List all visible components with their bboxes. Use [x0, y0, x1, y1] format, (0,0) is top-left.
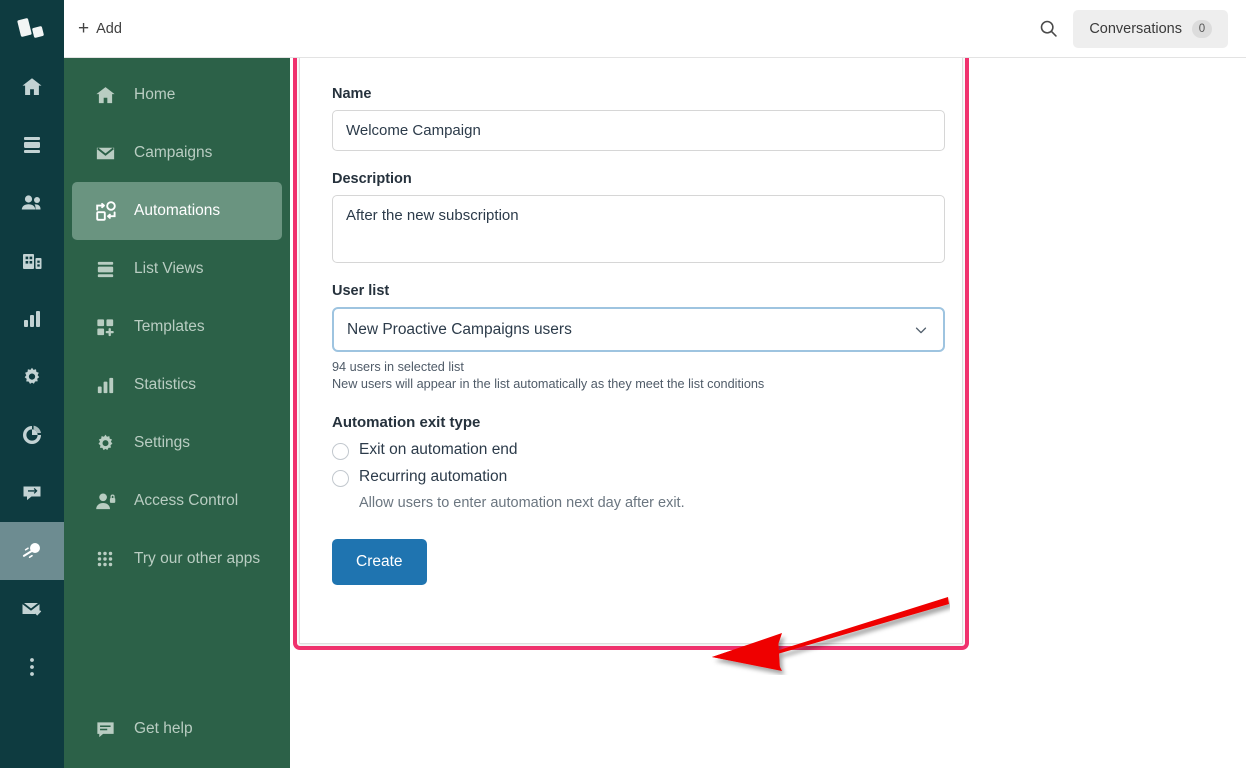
app-root: Home Campaigns Automations List Views Te…: [0, 0, 1246, 768]
app-logo-icon[interactable]: [0, 0, 64, 58]
chat-loop-icon: [20, 481, 44, 505]
sidebar-items: Home Campaigns Automations List Views Te…: [64, 58, 290, 588]
gear-icon: [20, 365, 44, 389]
user-list-hint-line1: 94 users in selected list: [332, 360, 464, 374]
home-icon: [94, 84, 128, 107]
grid-dots-icon: [94, 548, 128, 570]
sidebar-item-label: Campaigns: [134, 144, 213, 161]
description-field-label: Description: [332, 171, 412, 187]
sidebar-item-statistics[interactable]: Statistics: [72, 356, 282, 414]
sidebar-item-list-views[interactable]: List Views: [72, 240, 282, 298]
exit-type-section-title: Automation exit type: [332, 414, 481, 431]
home-icon: [20, 75, 44, 99]
sidebar-item-templates[interactable]: Templates: [72, 298, 282, 356]
radio-option-exit-on-end[interactable]: Exit on automation end: [332, 441, 930, 460]
rail-item-company[interactable]: [0, 232, 64, 290]
create-automation-card: Create an automation Name Welcome Campai…: [299, 6, 963, 644]
user-list-selected-value: New Proactive Campaigns users: [347, 320, 572, 338]
sidebar-item-label: Settings: [134, 434, 191, 451]
sidebar-item-label: Access Control: [134, 492, 239, 509]
conversations-count-badge: 0: [1192, 19, 1212, 38]
user-lock-icon: [94, 490, 128, 513]
conversations-label: Conversations: [1089, 20, 1182, 37]
create-button[interactable]: Create: [332, 539, 427, 585]
sidebar: Home Campaigns Automations List Views Te…: [64, 0, 290, 768]
name-field-label: Name: [332, 86, 372, 102]
search-icon[interactable]: [1038, 18, 1059, 39]
database-icon: [20, 133, 44, 157]
sidebar-item-label: List Views: [134, 260, 204, 277]
envelope-icon: [94, 142, 128, 165]
speech-bubble-icon: [94, 718, 128, 741]
sidebar-item-settings[interactable]: Settings: [72, 414, 282, 472]
sidebar-item-automations[interactable]: Automations: [72, 182, 282, 240]
users-icon: [20, 191, 45, 215]
user-list-hint-line2: New users will appear in the list automa…: [332, 377, 765, 391]
rail-item-conversations[interactable]: [0, 464, 64, 522]
sidebar-bottom: Get help: [64, 700, 290, 768]
more-vertical-icon: [22, 656, 42, 678]
gear-icon: [94, 432, 128, 455]
sidebar-item-label: Templates: [134, 318, 205, 335]
icon-rail: [0, 0, 64, 768]
sidebar-item-get-help[interactable]: Get help: [72, 700, 282, 758]
radio-recurring-description: Allow users to enter automation next day…: [359, 495, 685, 511]
automation-flow-icon: [94, 199, 128, 223]
conversations-button[interactable]: Conversations 0: [1073, 9, 1228, 48]
sidebar-item-label: Try our other apps: [134, 550, 261, 567]
sidebar-item-access-control[interactable]: Access Control: [72, 472, 282, 530]
list-views-icon: [94, 258, 128, 281]
radio-button-unchecked-icon: [332, 470, 349, 487]
rail-item-database[interactable]: [0, 116, 64, 174]
sidebar-item-label: Home: [134, 86, 176, 103]
bar-chart-icon: [20, 307, 44, 331]
mail-check-icon: [20, 597, 44, 621]
sidebar-item-label: Statistics: [134, 376, 197, 393]
user-list-select[interactable]: New Proactive Campaigns users: [332, 307, 945, 352]
rail-item-settings[interactable]: [0, 348, 64, 406]
add-button-label: Add: [96, 20, 122, 37]
sidebar-item-home[interactable]: Home: [72, 66, 282, 124]
rail-item-more[interactable]: [0, 638, 64, 696]
sidebar-item-campaigns[interactable]: Campaigns: [72, 124, 282, 182]
sidebar-item-label: Get help: [134, 720, 193, 737]
company-icon: [20, 249, 44, 273]
radio-option-recurring[interactable]: Recurring automation: [332, 468, 930, 487]
magic-wand-icon: [19, 538, 45, 564]
rail-item-automations[interactable]: [0, 522, 64, 580]
chevron-down-icon: [912, 321, 930, 339]
sidebar-item-label: Automations: [134, 202, 221, 219]
radio-button-unchecked-icon: [332, 443, 349, 460]
user-list-field-label: User list: [332, 283, 390, 299]
top-bar: + Add Conversations 0: [64, 0, 1246, 58]
rail-item-reports[interactable]: [0, 406, 64, 464]
rail-item-mail[interactable]: [0, 580, 64, 638]
main-content: Create an automation Name Welcome Campai…: [290, 0, 1246, 768]
rail-item-home[interactable]: [0, 58, 64, 116]
templates-icon: [94, 316, 128, 339]
description-textarea[interactable]: After the new subscription: [332, 195, 945, 263]
sidebar-item-try-our-other-apps[interactable]: Try our other apps: [72, 530, 282, 588]
top-bar-right: Conversations 0: [1038, 9, 1246, 48]
radio-label: Recurring automation: [359, 468, 508, 485]
pie-chart-icon: [20, 423, 44, 447]
radio-label: Exit on automation end: [359, 441, 518, 458]
rail-item-users[interactable]: [0, 174, 64, 232]
plus-icon: +: [78, 18, 90, 39]
user-list-hint: 94 users in selected list New users will…: [332, 359, 930, 393]
rail-item-statistics[interactable]: [0, 290, 64, 348]
add-button[interactable]: + Add: [78, 19, 122, 38]
name-input[interactable]: Welcome Campaign: [332, 110, 945, 151]
bar-chart-icon: [94, 374, 128, 397]
